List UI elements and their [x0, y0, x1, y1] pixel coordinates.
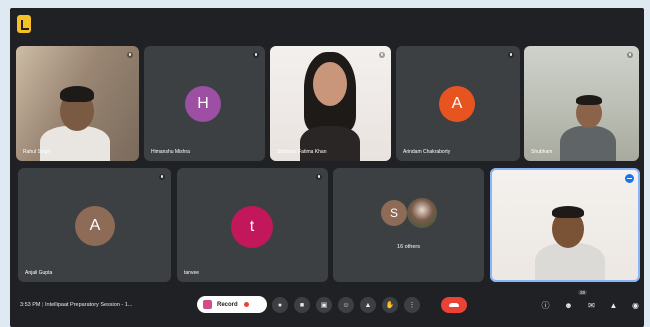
- participant-tile[interactable]: Rahul Singh: [16, 46, 139, 161]
- meeting-title: Intellipaat Preparatory Session - 1...: [44, 302, 133, 308]
- recording-dot-icon: [243, 302, 249, 307]
- participant-tile[interactable]: H Himanshu Mishra: [144, 46, 265, 161]
- record-button[interactable]: Record: [197, 296, 267, 313]
- participant-hair: [576, 95, 602, 105]
- meeting-window: Rahul Singh H Himanshu Mishra Shahnaz Fa…: [10, 8, 644, 327]
- people-icon[interactable]: ☻: [563, 300, 574, 311]
- participant-tile[interactable]: Shubham: [524, 46, 639, 161]
- participant-avatar: S: [381, 200, 407, 226]
- participant-face: [313, 62, 347, 106]
- more-options-icon[interactable]: ⋮: [404, 297, 420, 313]
- participant-avatar: A: [75, 206, 115, 246]
- mic-off-icon: [379, 52, 385, 58]
- participant-name: Arindam Chakraborty: [403, 149, 451, 155]
- participant-name: Himanshu Mishra: [151, 149, 190, 155]
- mic-off-icon: [316, 174, 322, 180]
- captions-icon[interactable]: ▣: [316, 297, 332, 313]
- mic-off-icon: [127, 52, 133, 58]
- participant-tile[interactable]: A Anjali Gupta: [18, 168, 171, 282]
- mic-off-icon: [159, 174, 165, 180]
- participant-name: Rahul Singh: [23, 149, 51, 155]
- meet-logo-icon[interactable]: [17, 15, 31, 33]
- meeting-info: 3:53 PM | Intellipaat Preparatory Sessio…: [20, 302, 132, 308]
- participant-photo-avatar: [407, 198, 437, 228]
- camera-icon[interactable]: ■: [294, 297, 310, 313]
- self-view-tile[interactable]: [490, 168, 640, 282]
- participant-hair: [60, 86, 94, 102]
- end-call-icon[interactable]: [441, 297, 467, 313]
- participant-video: [560, 126, 616, 161]
- chat-icon[interactable]: ✉: [586, 300, 597, 311]
- participant-video: [40, 126, 110, 161]
- participant-avatar: A: [439, 86, 475, 122]
- raise-hand-icon[interactable]: ✋: [382, 297, 398, 313]
- host-controls-icon[interactable]: ◉: [630, 300, 641, 311]
- tile-options-icon[interactable]: [625, 174, 634, 183]
- present-icon[interactable]: ▲: [360, 297, 376, 313]
- mic-icon[interactable]: ●: [272, 297, 288, 313]
- participant-name: Anjali Gupta: [25, 270, 53, 276]
- others-count-label: 16 others: [397, 244, 420, 250]
- record-label: Record: [217, 301, 238, 308]
- emoji-icon[interactable]: ☺: [338, 297, 354, 313]
- activities-icon[interactable]: ▲: [608, 300, 619, 311]
- meeting-time: 3:53 PM: [20, 302, 41, 308]
- participant-hair: [552, 206, 584, 218]
- participant-video: [535, 243, 605, 282]
- participant-video: [300, 126, 360, 161]
- mic-off-icon: [508, 52, 514, 58]
- participant-name: Shubham: [531, 149, 553, 155]
- participant-tile[interactable]: A Arindam Chakraborty: [396, 46, 520, 161]
- participant-name: tanvee: [184, 270, 200, 276]
- participant-tile[interactable]: t tanvee: [177, 168, 328, 282]
- participant-name: Shahnaz Fatima Khan: [277, 149, 327, 155]
- mic-off-icon: [253, 52, 259, 58]
- record-icon: [203, 300, 212, 309]
- others-tile[interactable]: S 16 others: [333, 168, 484, 282]
- info-icon[interactable]: ⓘ: [540, 300, 551, 311]
- participant-tile[interactable]: Shahnaz Fatima Khan: [270, 46, 391, 161]
- participant-avatar: H: [185, 86, 221, 122]
- mic-off-icon: [627, 52, 633, 58]
- participants-count-badge: 28: [578, 290, 588, 295]
- participant-avatar: t: [231, 206, 273, 248]
